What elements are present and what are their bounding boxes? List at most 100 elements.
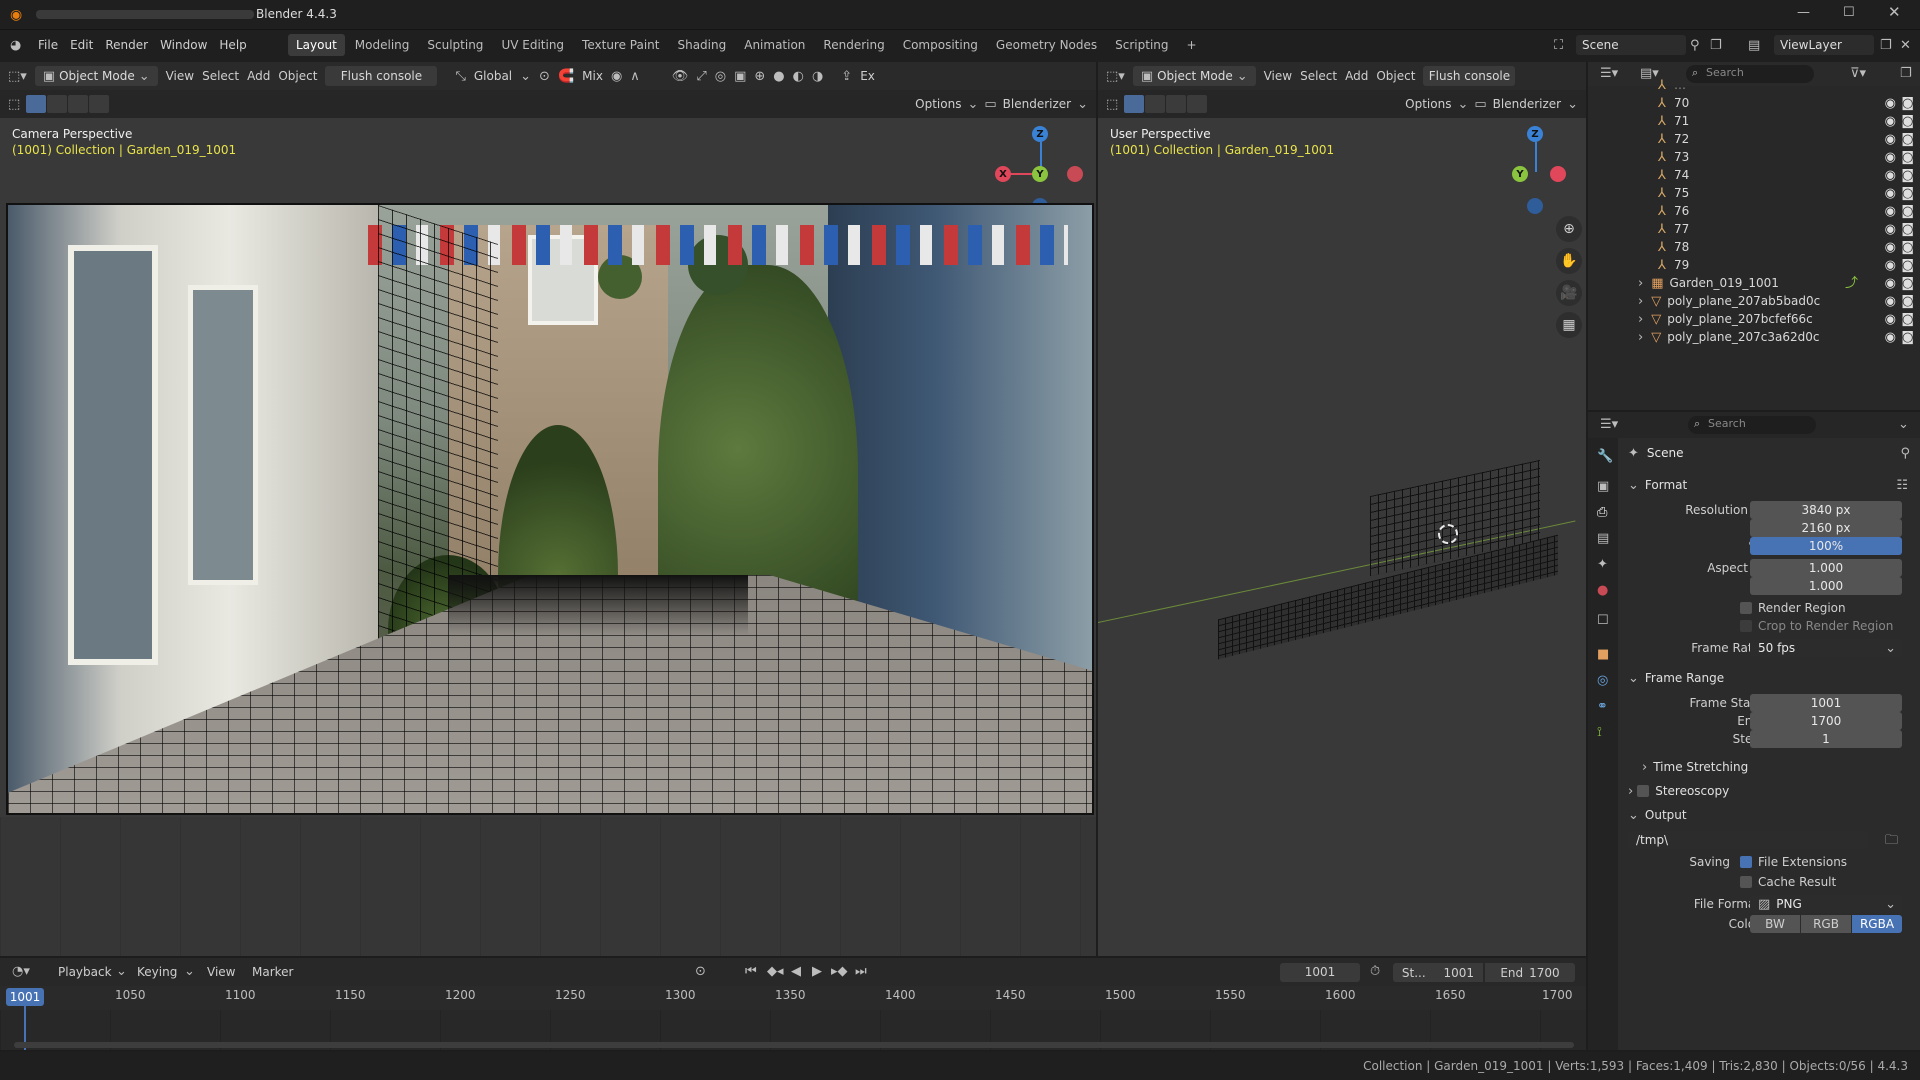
selection-mode-buttons[interactable]	[1124, 95, 1208, 113]
eye-icon[interactable]: ◉	[1885, 205, 1896, 218]
select-box-icon[interactable]: ⬚	[8, 98, 20, 111]
navigation-gizmo[interactable]: Z Y	[1490, 126, 1580, 216]
list-item[interactable]: ⅄…	[1588, 76, 1920, 94]
eye-icon[interactable]: ◉	[1885, 295, 1896, 308]
options-dropdown[interactable]: Options	[915, 97, 961, 111]
world-tab-icon[interactable]: ●	[1597, 584, 1608, 597]
render-icon[interactable]: ◙	[1901, 133, 1914, 146]
menu-view[interactable]: View	[1264, 69, 1292, 83]
play-icon[interactable]: ▶	[812, 965, 822, 978]
gizmo-icon[interactable]: ⤢	[696, 70, 706, 83]
menu-window[interactable]: Window	[160, 38, 207, 52]
camera-frame[interactable]	[6, 203, 1094, 815]
blender-menu-icon[interactable]: ◕	[10, 39, 21, 52]
selection-mode-buttons[interactable]	[26, 95, 110, 113]
shading-rendered-icon[interactable]: ◑	[812, 70, 823, 83]
render-tab-icon[interactable]: ▣	[1597, 480, 1609, 493]
next-keyframe-icon[interactable]: ▸◆	[831, 965, 848, 978]
mode-dropdown[interactable]: ▣ Object Mode ⌄	[34, 66, 158, 86]
presets-icon[interactable]: ☷	[1896, 479, 1908, 492]
auto-keying-icon[interactable]: ⊙	[695, 965, 706, 978]
eye-icon[interactable]: ◉	[1885, 187, 1896, 200]
render-icon[interactable]: ◙	[1901, 295, 1914, 308]
collection-tab-icon[interactable]: ☐	[1597, 614, 1609, 627]
menu-select[interactable]: Select	[202, 69, 239, 83]
tab-texture-paint[interactable]: Texture Paint	[574, 34, 667, 56]
export-label[interactable]: Ex	[860, 69, 875, 83]
mode-dropdown[interactable]: ▣ Object Mode ⌄	[1132, 66, 1256, 86]
file-format-dropdown[interactable]: ▨ PNG ⌄	[1750, 895, 1902, 913]
blenderizer-dropdown[interactable]: Blenderizer	[1003, 97, 1071, 111]
export-icon[interactable]: ⇪	[841, 70, 852, 83]
select-invert[interactable]	[89, 95, 110, 113]
list-item[interactable]: ⅄ 71 ◉ ◙	[1588, 112, 1920, 130]
eye-icon[interactable]: ◉	[1885, 151, 1896, 164]
menu-view[interactable]: View	[166, 69, 194, 83]
tab-shading[interactable]: Shading	[669, 34, 734, 56]
constraints-tab-icon[interactable]: ⚭	[1597, 700, 1608, 713]
eye-icon[interactable]: ◉	[1885, 223, 1896, 236]
list-item[interactable]: ⅄ 79 ◉ ◙	[1588, 256, 1920, 274]
folder-icon[interactable]: 🗀	[1885, 834, 1898, 847]
pivot-icon[interactable]: ⊙	[539, 70, 550, 83]
resolution-percent-field[interactable]: 100%	[1750, 537, 1902, 555]
list-item[interactable]: ⅄ 76 ◉ ◙	[1588, 202, 1920, 220]
gizmo-y-axis[interactable]: Y	[1512, 166, 1528, 182]
render-icon[interactable]: ◙	[1901, 331, 1914, 344]
ortho-toggle-icon[interactable]: ▦	[1556, 312, 1582, 338]
transform-orientation-icon[interactable]: ⤡	[455, 70, 465, 83]
aspect-x-field[interactable]: 1.000	[1750, 559, 1902, 577]
close-icon[interactable]: ✕	[1888, 5, 1901, 20]
list-item[interactable]: ⅄ 75 ◉ ◙	[1588, 184, 1920, 202]
color-rgba-button[interactable]: RGBA	[1852, 915, 1902, 933]
play-reverse-icon[interactable]: ◀	[791, 965, 801, 978]
eye-icon[interactable]: ◉	[1885, 277, 1896, 290]
select-extend[interactable]	[1145, 95, 1166, 113]
select-box-icon[interactable]: ⬚	[1106, 98, 1118, 111]
color-rgb-button[interactable]: RGB	[1801, 915, 1851, 933]
tab-animation[interactable]: Animation	[736, 34, 813, 56]
render-icon[interactable]: ◙	[1901, 223, 1914, 236]
tab-compositing[interactable]: Compositing	[895, 34, 986, 56]
tool-tab-icon[interactable]: 🔧	[1597, 450, 1613, 463]
properties-editor[interactable]: ☰▾ ⌕ Search ⌄ 🔧 ▣ ⎙ ▤ ✦ ● ☐ ■ ◎ ⚭ ⟟ ✦ Sce…	[1588, 412, 1920, 1050]
gizmo-neg-z-axis[interactable]	[1527, 198, 1543, 214]
aspect-y-field[interactable]: 1.000	[1750, 577, 1902, 595]
flush-console-button[interactable]: Flush console	[1423, 66, 1516, 86]
chevron-right-icon[interactable]: ›	[1638, 313, 1643, 326]
tab-layout[interactable]: Layout	[288, 34, 345, 56]
outliner[interactable]: ☰▾ ▤▾ ⌕ Search ⊽▾ ❐ ⅄… ⅄ 70 ◉ ◙ ⅄ 71 ◉ ◙ ⅄ 72 ◉ ◙ …	[1588, 62, 1920, 410]
xray-icon[interactable]: ▣	[734, 70, 746, 83]
list-item[interactable]: ⅄ 72 ◉ ◙	[1588, 130, 1920, 148]
select-invert[interactable]	[1187, 95, 1208, 113]
output-tab-icon[interactable]: ⎙	[1597, 506, 1607, 519]
snap-mix-dropdown[interactable]: Mix	[582, 69, 603, 83]
camera-viewport[interactable]: ⬚▾ ▣ Object Mode ⌄ View Select Add Object …	[0, 62, 1096, 956]
proportional-edit-icon[interactable]: ◉	[611, 70, 622, 83]
properties-search-input[interactable]: ⌕ Search	[1688, 416, 1816, 434]
eye-icon[interactable]: ◉	[1885, 133, 1896, 146]
shading-solid-icon[interactable]: ●	[773, 70, 784, 83]
frame-start-field[interactable]: 1001	[1750, 694, 1902, 712]
chevron-down-icon[interactable]: ⌄	[1898, 418, 1909, 431]
new-viewlayer-icon[interactable]: ❐	[1880, 39, 1892, 52]
physics-tab-icon[interactable]: ◎	[1597, 674, 1608, 687]
data-tab-icon[interactable]: ⟟	[1597, 726, 1602, 739]
frame-start-field[interactable]: St... 1001	[1393, 963, 1483, 982]
shading-material-icon[interactable]: ◐	[793, 70, 804, 83]
tab-scripting[interactable]: Scripting	[1107, 34, 1176, 56]
panel-stereoscopy-header[interactable]: › Stereoscopy	[1618, 780, 1920, 802]
panel-format-header[interactable]: ⌄ Format ☷	[1618, 474, 1920, 496]
chevron-right-icon[interactable]: ›	[1638, 277, 1643, 290]
pin-icon[interactable]: ⚲	[1690, 39, 1700, 52]
eye-icon[interactable]: ◉	[1885, 313, 1896, 326]
editor-type-icon[interactable]: ⬚▾	[8, 70, 27, 83]
list-item[interactable]: › ▦ Garden_019_1001 ⤴ ◉ ◙	[1588, 274, 1920, 292]
tab-geometry-nodes[interactable]: Geometry Nodes	[988, 34, 1105, 56]
panel-frame-range-header[interactable]: ⌄ Frame Range	[1618, 667, 1920, 689]
gizmo-neg-y-axis[interactable]	[1067, 166, 1083, 182]
menu-render[interactable]: Render	[105, 38, 148, 52]
panel-time-stretching-header[interactable]: › Time Stretching	[1618, 756, 1920, 778]
menu-playback[interactable]: Playback	[58, 965, 112, 979]
jump-start-icon[interactable]: ⏮	[745, 965, 757, 978]
